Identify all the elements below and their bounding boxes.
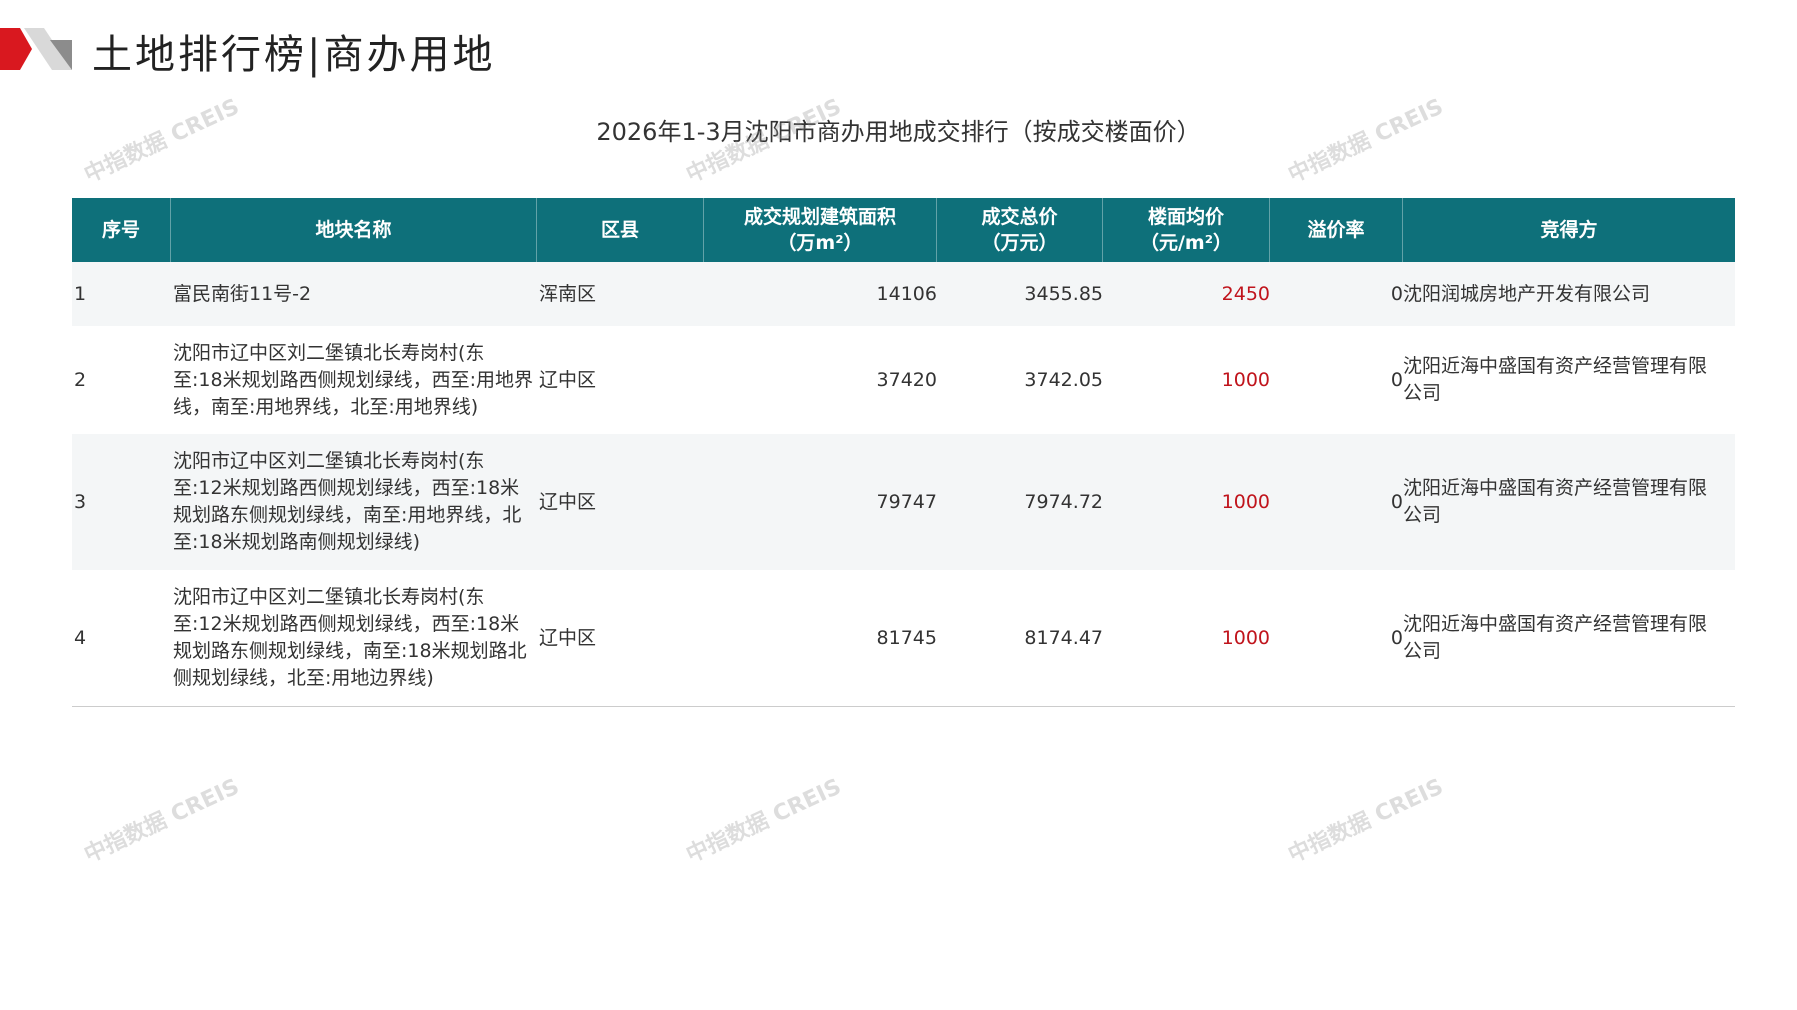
cell-area: 37420: [876, 368, 937, 391]
table-caption: 2026年1-3月沈阳市商办用地成交排行（按成交楼面价）: [596, 118, 1201, 146]
cell-name: 沈阳市辽中区刘二堡镇北长寿岗村(东至:12米规划路西侧规划绿线，西至:18米规划…: [173, 586, 527, 689]
cell-area: 14106: [876, 282, 937, 305]
cell-bidder: 沈阳近海中盛国有资产经营管理有限公司: [1403, 355, 1708, 404]
cell-premium: 0: [1390, 490, 1403, 513]
cell-district: 辽中区: [539, 626, 597, 649]
column-header-rank: 序号: [72, 198, 171, 262]
cell-premium: 0: [1390, 368, 1403, 391]
ranking-table: 序号 地块名称 区县 成交规划建筑面积 （万m²） 成交总价 （万元） 楼面均价 （元…: [72, 198, 1735, 707]
cell-district: 辽中区: [539, 368, 597, 391]
table-row: 2 沈阳市辽中区刘二堡镇北长寿岗村(东至:18米规划路西侧规划绿线，西至:用地界…: [72, 326, 1735, 434]
cell-unit-price: 2450: [1221, 282, 1270, 305]
page: 土地排行榜|商办用地 2026年1-3月沈阳市商办用地成交排行（按成交楼面价） …: [0, 0, 1797, 1010]
column-header-unit-price: 楼面均价 （元/m²）: [1103, 198, 1270, 262]
column-header-premium: 溢价率: [1270, 198, 1403, 262]
brand-logo-icon: [0, 28, 72, 70]
cell-rank: 3: [74, 490, 87, 513]
column-header-total-price: 成交总价 （万元）: [937, 198, 1103, 262]
cell-rank: 2: [74, 368, 87, 391]
cell-total-price: 7974.72: [1024, 490, 1103, 513]
cell-name: 沈阳市辽中区刘二堡镇北长寿岗村(东至:12米规划路西侧规划绿线，西至:18米规划…: [173, 450, 522, 553]
table-header: 序号 地块名称 区县 成交规划建筑面积 （万m²） 成交总价 （万元） 楼面均价 （元…: [72, 198, 1735, 262]
cell-area: 81745: [876, 626, 937, 649]
column-header-area: 成交规划建筑面积 （万m²）: [704, 198, 937, 262]
watermark-text: 中指数据 CREIS: [682, 774, 846, 869]
cell-unit-price: 1000: [1221, 626, 1270, 649]
table-row: 3 沈阳市辽中区刘二堡镇北长寿岗村(东至:12米规划路西侧规划绿线，西至:18米…: [72, 434, 1735, 570]
watermark-text: 中指数据 CREIS: [80, 774, 244, 869]
cell-rank: 1: [74, 282, 87, 305]
column-header-district: 区县: [537, 198, 704, 262]
cell-name: 富民南街11号-2: [173, 282, 312, 305]
column-header-bidder: 竞得方: [1540, 219, 1598, 241]
cell-unit-price: 1000: [1221, 368, 1270, 391]
cell-total-price: 3742.05: [1024, 368, 1103, 391]
column-header-name: 地块名称: [171, 198, 537, 262]
cell-premium: 0: [1390, 626, 1403, 649]
cell-area: 79747: [876, 490, 937, 513]
table-row: 1 富民南街11号-2 浑南区 14106 3455.85 2450 0 沈阳润…: [72, 262, 1735, 326]
page-title: 土地排行榜|商办用地: [92, 32, 496, 78]
cell-rank: 4: [74, 626, 87, 649]
cell-bidder: 沈阳近海中盛国有资产经营管理有限公司: [1403, 477, 1708, 526]
cell-total-price: 8174.47: [1024, 626, 1103, 649]
cell-total-price: 3455.85: [1024, 282, 1103, 305]
cell-bidder: 沈阳近海中盛国有资产经营管理有限公司: [1403, 613, 1708, 662]
cell-district: 辽中区: [539, 490, 597, 513]
cell-unit-price: 1000: [1221, 490, 1270, 513]
watermark-text: 中指数据 CREIS: [1284, 774, 1448, 869]
cell-premium: 0: [1390, 282, 1403, 305]
cell-district: 浑南区: [539, 282, 597, 305]
cell-name: 沈阳市辽中区刘二堡镇北长寿岗村(东至:18米规划路西侧规划绿线，西至:用地界线，…: [173, 341, 533, 418]
table-row: 4 沈阳市辽中区刘二堡镇北长寿岗村(东至:12米规划路西侧规划绿线，西至:18米…: [72, 570, 1735, 706]
cell-bidder: 沈阳润城房地产开发有限公司: [1403, 282, 1651, 305]
table-bottom-border: [72, 706, 1735, 707]
